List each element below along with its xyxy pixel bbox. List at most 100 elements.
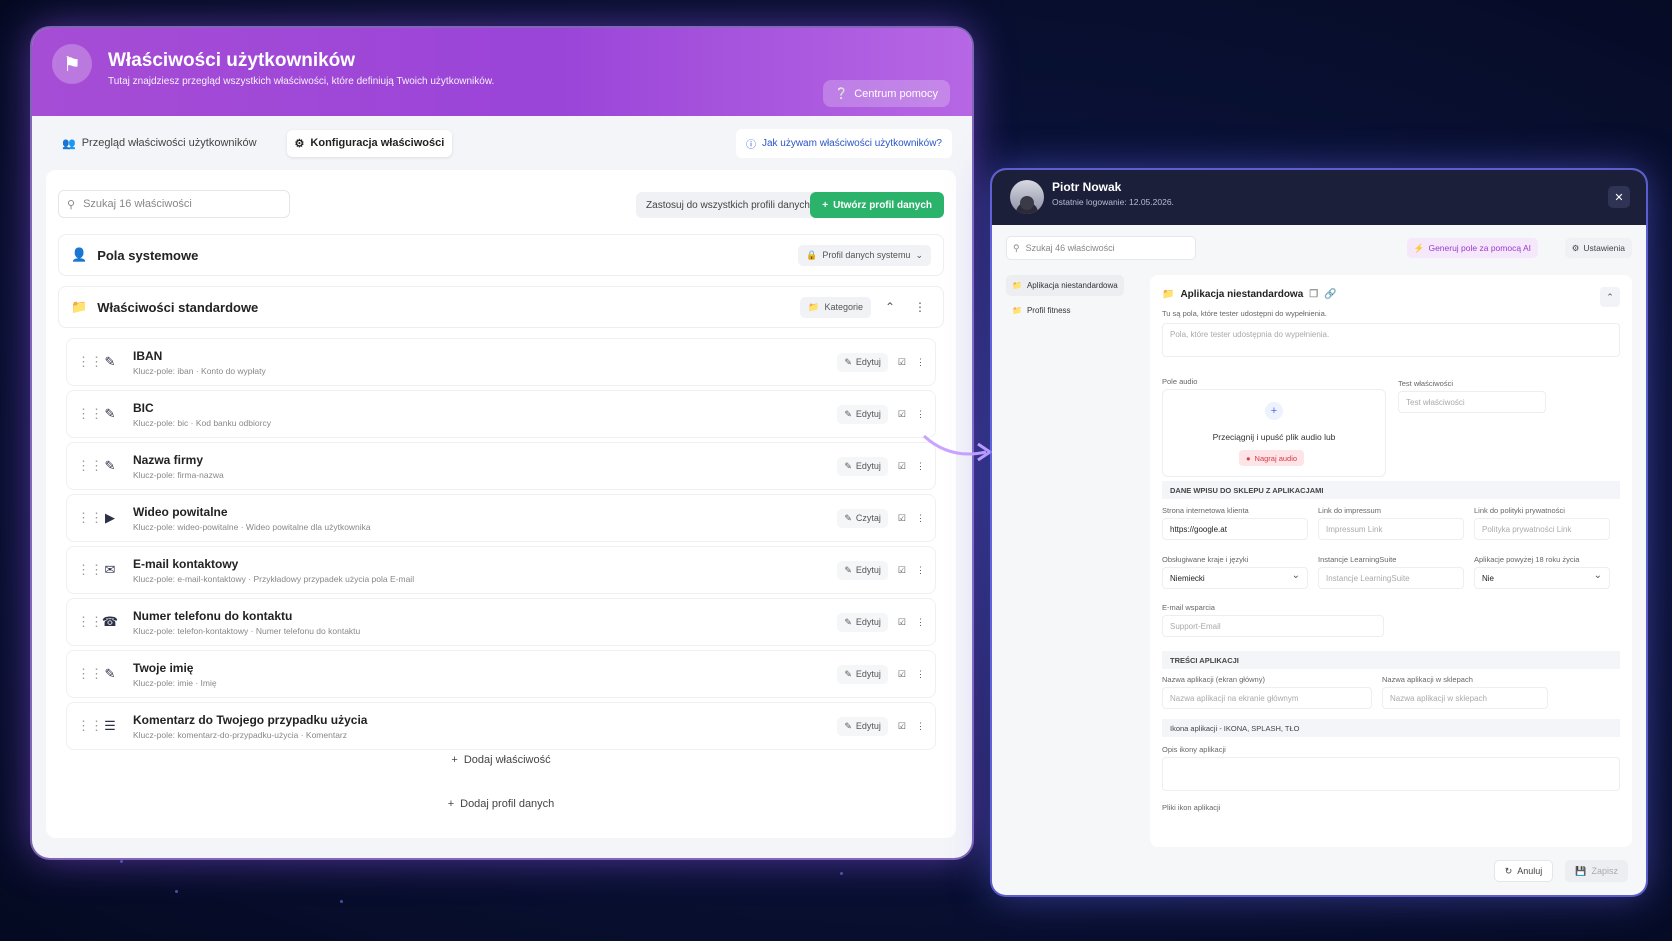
pencil-icon: ✎: [844, 512, 852, 523]
edit-button[interactable]: ✎ Edytuj: [837, 664, 888, 684]
system-fields-section[interactable]: 👤 Pola systemowe 🔒 Profil danych systemu…: [58, 234, 944, 276]
countries-select[interactable]: Niemiecki: [1162, 567, 1308, 589]
tab-overview[interactable]: 👥 Przegląd właściwości użytkowników: [54, 130, 265, 157]
impressum-input[interactable]: Impressum Link: [1318, 518, 1464, 540]
tab-configuration[interactable]: ⚙ Konfiguracja właściwości: [286, 129, 453, 157]
open-icon[interactable]: ☑: [898, 617, 906, 628]
edit-label: Edytuj: [855, 461, 881, 471]
open-icon[interactable]: ☑: [898, 461, 906, 472]
more-icon[interactable]: ⋮: [916, 565, 925, 576]
tester-fields-textarea[interactable]: Pola, które tester udostępnia do wypełni…: [1162, 323, 1620, 357]
categories-button[interactable]: 📁 Kategorie: [800, 296, 871, 318]
property-row-company-name[interactable]: ⋮⋮ ✎ Nazwa firmy Klucz-pole: firma-nazwa…: [66, 442, 936, 490]
generate-ai-button[interactable]: ⚡ Generuj pole za pomocą AI: [1406, 238, 1538, 258]
edit-button[interactable]: ✎ Edytuj: [837, 456, 888, 476]
property-row-iban[interactable]: ⋮⋮ ✎ IBAN Klucz-pole: iban · Konto do wy…: [66, 338, 936, 386]
chevron-up-icon[interactable]: ⌃: [879, 296, 901, 318]
cancel-button[interactable]: ↻ Anuluj: [1493, 860, 1554, 882]
privacy-input[interactable]: Polityka prywatności Link: [1474, 518, 1610, 540]
icon-files-label: Pliki ikon aplikacji: [1162, 803, 1221, 812]
open-icon[interactable]: ☑: [898, 721, 906, 732]
icon-desc-input[interactable]: [1162, 757, 1620, 791]
more-icon[interactable]: ⋮: [909, 296, 931, 318]
row-title: Wideo powitalne: [133, 504, 228, 519]
test-input[interactable]: Test właściwości: [1398, 391, 1546, 413]
user-properties-window: ⚑ Właściwości użytkowników Tutaj znajdzi…: [32, 28, 972, 858]
tab-label: Przegląd właściwości użytkowników: [81, 137, 257, 149]
icon-desc-label: Opis ikony aplikacji: [1162, 745, 1226, 754]
age-select[interactable]: Nie: [1474, 567, 1610, 589]
settings-button[interactable]: ⚙ Ustawienia: [1564, 238, 1632, 258]
avatar-head: [1020, 196, 1034, 210]
more-icon[interactable]: ⋮: [916, 409, 925, 420]
appname-store-input[interactable]: Nazwa aplikacji w sklepach: [1382, 687, 1548, 709]
open-icon[interactable]: ☑: [898, 409, 906, 420]
record-audio-button[interactable]: ● Nagraj audio: [1239, 450, 1305, 466]
copy-icon[interactable]: ❐: [1309, 289, 1318, 300]
apply-all-button[interactable]: Zastosuj do wszystkich profili danych: [636, 192, 820, 218]
background-dot: [120, 860, 123, 863]
more-icon[interactable]: ⋮: [916, 617, 925, 628]
open-icon[interactable]: ☑: [898, 513, 906, 524]
open-icon[interactable]: ☑: [898, 357, 906, 368]
sidebar-item-custom-app[interactable]: 📁 Aplikacja niestandardowa: [1006, 275, 1124, 296]
help-center-label: Centrum pomocy: [854, 87, 938, 100]
link-icon[interactable]: 🔗: [1324, 289, 1336, 300]
add-property-button[interactable]: + Dodaj właściwość: [46, 754, 956, 766]
help-center-button[interactable]: ❔ Centrum pomocy: [822, 80, 950, 107]
system-profile-select[interactable]: 🔒 Profil danych systemu ⌄: [798, 244, 931, 266]
standard-properties-section[interactable]: 📁 Właściwości standardowe 📁 Kategorie ⌃ …: [58, 286, 944, 328]
search-input[interactable]: ⚲ Szukaj 46 właściwości: [1006, 236, 1196, 260]
drag-handle-icon[interactable]: ⋮⋮: [77, 614, 103, 630]
edit-button[interactable]: ✎ Edytuj: [837, 560, 888, 580]
undo-icon: ↻: [1504, 865, 1513, 876]
sidebar-item-fitness[interactable]: 📁 Profil fitness: [1006, 300, 1124, 321]
row-text: Wideo powitalne Klucz-pole: wideo-powita…: [133, 505, 371, 532]
more-icon[interactable]: ⋮: [916, 357, 925, 368]
tab-label: Konfiguracja właściwości: [310, 137, 445, 149]
support-email-input[interactable]: Support-Email: [1162, 615, 1384, 637]
edit-button[interactable]: ✎ Edytuj: [837, 716, 888, 736]
support-email-label: E-mail wsparcia: [1162, 603, 1215, 612]
search-input[interactable]: ⚲ Szukaj 16 właściwości: [58, 190, 290, 218]
more-icon[interactable]: ⋮: [916, 513, 925, 524]
open-icon[interactable]: ☑: [898, 565, 906, 576]
save-button[interactable]: 💾 Zapisz: [1565, 860, 1628, 882]
more-icon[interactable]: ⋮: [916, 669, 925, 680]
appname-home-input[interactable]: Nazwa aplikacji na ekranie głównym: [1162, 687, 1372, 709]
property-row-contact-email[interactable]: ⋮⋮ ✉ E-mail kontaktowy Klucz-pole: e-mai…: [66, 546, 936, 594]
header: ⚑ Właściwości użytkowników Tutaj znajdzi…: [32, 28, 972, 116]
row-meta: Klucz-pole: imie · Imię: [133, 677, 217, 688]
property-row-welcome-video[interactable]: ⋮⋮ ▶ Wideo powitalne Klucz-pole: wideo-p…: [66, 494, 936, 542]
property-row-comment[interactable]: ⋮⋮ ☰ Komentarz do Twojego przypadku użyc…: [66, 702, 936, 750]
edit-button[interactable]: ✎ Edytuj: [837, 352, 888, 372]
drag-handle-icon[interactable]: ⋮⋮: [77, 510, 103, 526]
add-profile-button[interactable]: + Dodaj profil danych: [46, 798, 956, 810]
section-title: Właściwości standardowe: [97, 299, 259, 315]
edit-label: Edytuj: [855, 409, 881, 419]
property-row-bic[interactable]: ⋮⋮ ✎ BIC Klucz-pole: bic · Kod banku odb…: [66, 390, 936, 438]
edit-button[interactable]: ✎ Edytuj: [837, 612, 888, 632]
how-to-link[interactable]: ⓘ Jak używam właściwości użytkowników?: [735, 128, 952, 158]
drag-handle-icon[interactable]: ⋮⋮: [77, 354, 103, 370]
create-profile-button[interactable]: + Utwórz profil danych: [810, 192, 944, 218]
read-button[interactable]: ✎ Czytaj: [837, 508, 888, 528]
learningsuite-input[interactable]: Instancje LearningSuite: [1318, 567, 1464, 589]
plus-icon: +: [447, 798, 455, 810]
drag-handle-icon[interactable]: ⋮⋮: [77, 562, 103, 578]
property-row-first-name[interactable]: ⋮⋮ ✎ Twoje imię Klucz-pole: imie · Imię …: [66, 650, 936, 698]
open-icon[interactable]: ☑: [898, 669, 906, 680]
chevron-up-icon[interactable]: ⌃: [1600, 287, 1620, 307]
drag-handle-icon[interactable]: ⋮⋮: [77, 718, 103, 734]
audio-dropzone[interactable]: + Przeciągnij i upuść plik audio lub ● N…: [1162, 389, 1386, 477]
more-icon[interactable]: ⋮: [916, 721, 925, 732]
website-input[interactable]: https://google.at: [1162, 518, 1308, 540]
question-icon: ⓘ: [745, 139, 756, 151]
form-hint: Tu są pola, które tester udostępni do wy…: [1162, 309, 1327, 318]
drag-handle-icon[interactable]: ⋮⋮: [77, 666, 103, 682]
drag-handle-icon[interactable]: ⋮⋮: [77, 458, 103, 474]
close-icon[interactable]: ✕: [1608, 186, 1630, 208]
drag-handle-icon[interactable]: ⋮⋮: [77, 406, 103, 422]
property-row-contact-phone[interactable]: ⋮⋮ ☎ Numer telefonu do kontaktu Klucz-po…: [66, 598, 936, 646]
edit-button[interactable]: ✎ Edytuj: [837, 404, 888, 424]
